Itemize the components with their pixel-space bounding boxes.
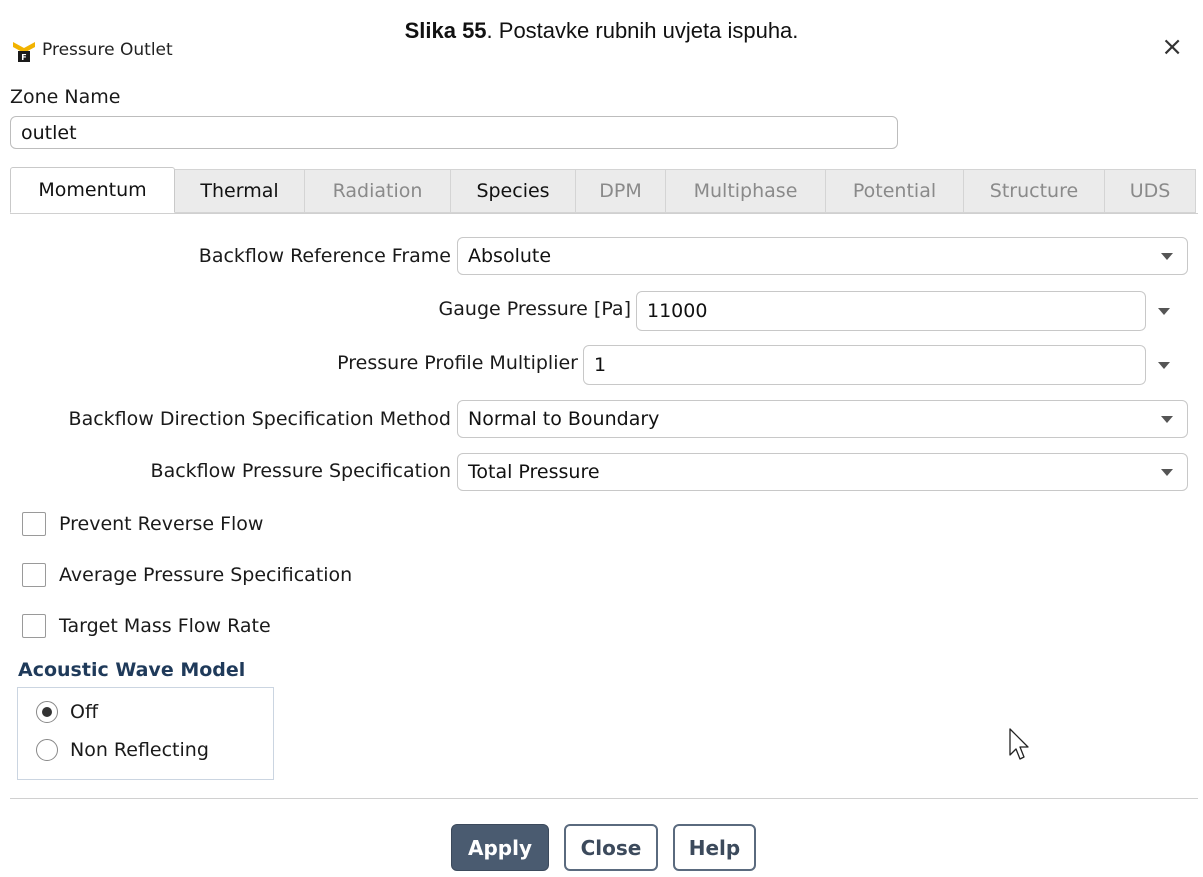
tab-radiation: Radiation: [305, 169, 451, 213]
close-window-icon[interactable]: ×: [1161, 34, 1183, 60]
backflow-direction-value: Normal to Boundary: [468, 408, 660, 430]
gauge-pressure-value: 11000: [647, 300, 708, 322]
backflow-direction-dropdown[interactable]: Normal to Boundary: [457, 400, 1188, 438]
backflow-frame-value: Absolute: [468, 245, 552, 267]
acoustic-off-option[interactable]: Off: [36, 701, 98, 723]
tab-dpm: DPM: [576, 169, 666, 213]
tab-potential: Potential: [826, 169, 964, 213]
profile-multiplier-input[interactable]: 1: [583, 345, 1146, 385]
fluent-app-icon: F: [13, 42, 35, 62]
backflow-frame-dropdown[interactable]: Absolute: [457, 237, 1188, 275]
prevent-reverse-flow-option[interactable]: Prevent Reverse Flow: [22, 512, 263, 536]
gauge-pressure-input[interactable]: 11000: [636, 291, 1146, 331]
tab-multiphase: Multiphase: [666, 169, 826, 213]
figure-caption: Slika 55. Postavke rubnih uvjeta ispuha.: [0, 18, 1203, 44]
profile-multiplier-value: 1: [594, 354, 607, 376]
tab-momentum[interactable]: Momentum: [10, 167, 175, 213]
acoustic-off-radio[interactable]: [36, 701, 58, 723]
average-pressure-checkbox[interactable]: [22, 563, 46, 587]
target-mass-flow-label: Target Mass Flow Rate: [59, 615, 271, 637]
target-mass-flow-checkbox[interactable]: [22, 614, 46, 638]
prevent-reverse-flow-checkbox[interactable]: [22, 512, 46, 536]
zone-name-input[interactable]: [10, 116, 898, 149]
acoustic-off-label: Off: [70, 701, 99, 723]
title-bar: F Pressure Outlet: [12, 36, 173, 64]
backflow-frame-label: Backflow Reference Frame: [198, 245, 451, 267]
acoustic-non-reflecting-radio[interactable]: [36, 739, 58, 761]
tab-species[interactable]: Species: [451, 169, 576, 213]
caption-number: Slika 55: [404, 18, 487, 43]
help-button[interactable]: Help: [673, 824, 756, 871]
tab-thermal[interactable]: Thermal: [175, 169, 305, 213]
acoustic-non-reflecting-label: Non Reflecting: [70, 739, 209, 761]
target-mass-flow-option[interactable]: Target Mass Flow Rate: [22, 614, 271, 638]
mouse-pointer-icon: [1009, 728, 1029, 760]
chevron-down-icon: [1161, 253, 1173, 260]
zone-name-label: Zone Name: [10, 86, 121, 108]
apply-button[interactable]: Apply: [451, 824, 549, 871]
tab-structure: Structure: [964, 169, 1105, 213]
caption-text: . Postavke rubnih uvjeta ispuha.: [486, 18, 799, 43]
gauge-pressure-label: Gauge Pressure [Pa]: [438, 298, 631, 320]
prevent-reverse-flow-label: Prevent Reverse Flow: [59, 513, 264, 535]
gauge-pressure-options-icon[interactable]: [1158, 308, 1170, 315]
backflow-pressure-label: Backflow Pressure Specification: [150, 460, 451, 482]
svg-text:F: F: [21, 53, 26, 62]
profile-multiplier-options-icon[interactable]: [1158, 362, 1170, 369]
close-button[interactable]: Close: [564, 824, 658, 871]
acoustic-wave-title: Acoustic Wave Model: [18, 659, 246, 681]
tab-bar: Momentum Thermal Radiation Species DPM M…: [10, 167, 1196, 213]
chevron-down-icon: [1161, 469, 1173, 476]
tab-uds: UDS: [1105, 169, 1196, 213]
average-pressure-label: Average Pressure Specification: [59, 564, 353, 586]
acoustic-non-reflecting-option[interactable]: Non Reflecting: [36, 739, 209, 761]
profile-multiplier-label: Pressure Profile Multiplier: [337, 352, 578, 374]
average-pressure-option[interactable]: Average Pressure Specification: [22, 563, 352, 587]
backflow-pressure-value: Total Pressure: [468, 461, 600, 483]
chevron-down-icon: [1161, 416, 1173, 423]
backflow-pressure-dropdown[interactable]: Total Pressure: [457, 453, 1188, 491]
backflow-direction-label: Backflow Direction Specification Method: [68, 408, 451, 430]
footer-divider: [10, 798, 1198, 799]
window-title: Pressure Outlet: [42, 40, 173, 60]
acoustic-wave-group: Off Non Reflecting: [17, 687, 274, 780]
